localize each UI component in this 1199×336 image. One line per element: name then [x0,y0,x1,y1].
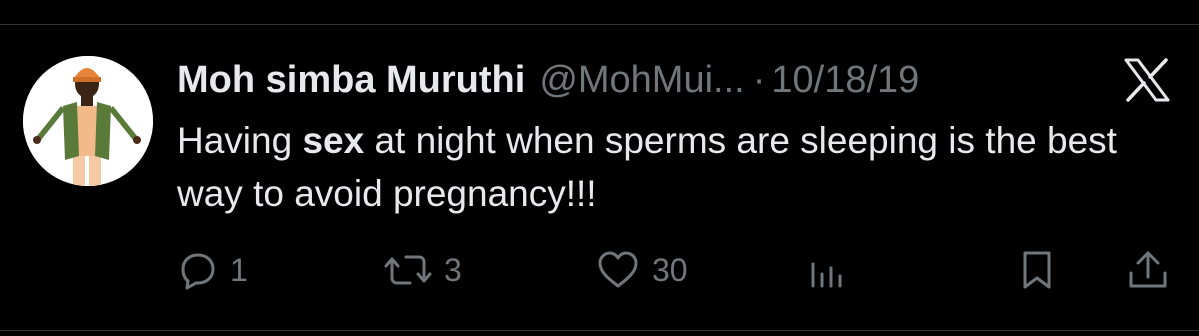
heart-icon [596,250,640,290]
author-display-name[interactable]: Moh simba Muruthi [177,56,525,104]
header-separator: · [752,59,766,101]
x-logo-icon [1123,58,1171,102]
tweet-text-bold: sex [302,120,365,161]
avatar-illustration [23,56,153,186]
reply-bubble-icon [178,250,218,290]
like-count: 30 [652,251,688,288]
tweet-header: Moh simba Muruthi @MohMui... · 10/18/19 [177,56,919,104]
repost-count: 3 [444,251,462,288]
top-divider [0,24,1199,25]
reply-count: 1 [230,251,248,288]
like-button[interactable]: 30 [596,246,688,294]
tweet-text-before: Having [177,120,303,161]
bar-chart-icon [807,250,847,290]
reply-button[interactable]: 1 [178,246,248,294]
author-handle[interactable]: @MohMui... [539,56,744,104]
repost-arrows-icon [384,250,432,290]
bookmark-icon [1017,249,1057,291]
avatar[interactable] [23,56,153,186]
tweet-date[interactable]: 10/18/19 [771,56,919,104]
action-bar: 1 3 30 [0,246,1199,294]
share-upload-icon [1126,249,1170,291]
bookmark-button[interactable] [1017,246,1057,294]
share-button[interactable] [1126,246,1170,294]
bottom-divider [0,330,1199,331]
repost-button[interactable]: 3 [384,246,462,294]
tweet-text: Having sex at night when sperms are slee… [177,114,1137,220]
views-button[interactable] [807,246,847,294]
